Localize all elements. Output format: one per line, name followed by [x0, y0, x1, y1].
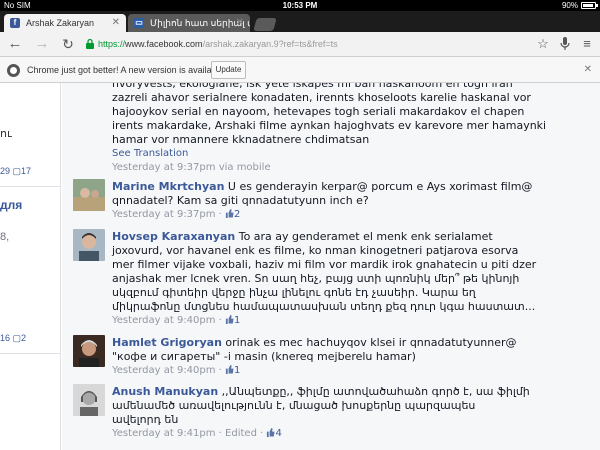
- comment-like-count[interactable]: 1: [225, 365, 240, 376]
- thumbs-up-icon: [225, 365, 234, 374]
- comment-author[interactable]: Anush Manukyan: [112, 385, 218, 398]
- edited-label[interactable]: Edited: [225, 428, 257, 439]
- comment-meta: Yesterday at 9:37pm · 2: [112, 209, 241, 220]
- comment-line: ավելորդ են: [112, 413, 179, 426]
- close-tab-icon[interactable]: ✕: [112, 14, 120, 32]
- back-arrow-icon[interactable]: ←: [6, 35, 24, 53]
- chrome-icon: [7, 64, 20, 77]
- comment-line: hajooykov serial en nayoom, hetevapes to…: [112, 105, 525, 118]
- comment-line: orinak es mec hachuyqov klsei ir qnnadat…: [225, 336, 517, 349]
- comment-line: joxovurd, vor havanel enk es filme, ko n…: [112, 244, 519, 257]
- left-stats[interactable]: 29 ▢17: [0, 166, 31, 177]
- via-mobile-label: via mobile: [218, 162, 271, 173]
- comment-line: "кофе и сигареты" -i masin (knereq mejbe…: [112, 350, 416, 363]
- tab-arshak-zakaryan[interactable]: f Arshak Zakaryan ✕: [4, 14, 126, 32]
- comment-list: hvoryvests, ekologiane, isk yete iskapes…: [62, 83, 600, 450]
- battery-icon: [581, 2, 598, 9]
- comment-body: Anush Manukyan ,,Անպետքը,, ֆիլմը ատովածա…: [112, 385, 584, 441]
- battery-percent: 90%: [561, 1, 578, 10]
- forward-arrow-icon[interactable]: →: [33, 35, 51, 53]
- comment-timestamp[interactable]: Yesterday at 9:40pm: [112, 315, 216, 326]
- avatar[interactable]: [73, 179, 105, 211]
- left-post-title-fragment[interactable]: для: [0, 198, 22, 212]
- address-bar[interactable]: https://www.facebook.com/arshak.zakaryan…: [84, 35, 582, 54]
- comment-timestamp[interactable]: Yesterday at 9:37pm: [112, 209, 216, 220]
- browser-toolbar: ← → ↻ https://www.facebook.com/arshak.za…: [0, 32, 600, 57]
- comment-body: hvoryvests, ekologiane, isk yete iskapes…: [112, 83, 584, 175]
- left-column-fragment: ու 29 ▢17 для 8, 16 ▢2: [0, 83, 61, 450]
- comment-meta: Yesterday at 9:41pm · Edited · 4: [112, 428, 282, 439]
- comment-meta: Yesterday at 9:37pm via mobile: [112, 161, 584, 175]
- reload-icon[interactable]: ↻: [59, 35, 77, 53]
- comment-line: U es genderayin kerpar@ porcum e Ays xor…: [227, 180, 533, 193]
- divider: [0, 186, 60, 187]
- clock: 10:53 PM: [282, 1, 318, 10]
- tab-strip: f Arshak Zakaryan ✕ ▭ Միլիոն հատ սերիալ …: [0, 11, 600, 32]
- comment-body: Marine Mkrtchyan U es genderayin kerpar@…: [112, 180, 584, 222]
- comment-line: mer filmer vijake voxbali, haziv mi film…: [112, 258, 537, 271]
- tab-serial[interactable]: ▭ Միլիոն հատ սերիալ ա ✕: [128, 14, 250, 32]
- comment-like-count[interactable]: 4: [266, 428, 282, 439]
- comment-meta: Yesterday at 9:40pm · 1: [112, 365, 241, 376]
- close-infobar-icon[interactable]: ✕: [584, 57, 592, 83]
- lock-icon: [86, 38, 94, 49]
- comment-icon: ▢: [12, 166, 22, 176]
- comment-line: To ara ay genderamet el menk enk seriala…: [238, 230, 493, 243]
- comment-count: 17: [21, 166, 32, 176]
- status-bar: No SIM 10:53 PM 90%: [0, 0, 600, 11]
- facebook-icon: f: [10, 18, 20, 28]
- url-text: https://www.facebook.com/arshak.zakaryan…: [98, 39, 338, 49]
- comment-timestamp[interactable]: Yesterday at 9:41pm: [112, 428, 216, 439]
- comment-line: irents makardake, Arshaki filme aynkan h…: [112, 119, 547, 132]
- comment-like-count[interactable]: 1: [225, 315, 240, 326]
- comment-timestamp[interactable]: Yesterday at 9:40pm: [112, 365, 216, 376]
- comment-author[interactable]: Marine Mkrtchyan: [112, 180, 224, 193]
- thumbs-up-icon: [225, 209, 234, 218]
- comment-body: Hamlet Grigoryan orinak es mec hachuyqov…: [112, 336, 584, 378]
- close-tab-icon[interactable]: ✕: [236, 14, 244, 32]
- divider: [0, 353, 60, 354]
- menu-icon[interactable]: ≡: [579, 36, 595, 52]
- left-stats[interactable]: 16 ▢2: [0, 333, 26, 344]
- comment-line: hamar vor nmannere kknadatnere chdimatsa…: [112, 133, 370, 146]
- update-button[interactable]: Update: [211, 61, 246, 79]
- comment-line: սկզբում գիտեիր վերջը ինչա լինելու գոնե է…: [112, 286, 476, 299]
- comment-line: միկրաֆոնը մտցնես համապատասխան տեղդ քեզ դ…: [112, 300, 536, 313]
- microphone-icon[interactable]: [557, 36, 573, 52]
- like-count: 29: [0, 166, 11, 176]
- new-tab-button[interactable]: [253, 18, 277, 31]
- facebook-page: ու 29 ▢17 для 8, 16 ▢2 hvoryvests, ekolo…: [0, 83, 600, 450]
- comment-line: ,,Անպետքը,, ֆիլմը ատովածահաձո գործ է, սա…: [221, 385, 530, 398]
- star-icon[interactable]: ☆: [535, 36, 551, 52]
- comment-icon: ▢: [12, 333, 22, 343]
- comment-like-count[interactable]: 2: [225, 209, 240, 220]
- comment-body: Hovsep Karaxanyan To ara ay genderamet e…: [112, 230, 584, 328]
- left-text-fragment: ու: [0, 128, 12, 140]
- comment-timestamp[interactable]: Yesterday at 9:37pm: [112, 162, 216, 173]
- tab-title: Arshak Zakaryan: [26, 18, 95, 28]
- page-icon: ▭: [134, 18, 144, 28]
- comment-line: anjashak mer lcnek vren. Sn սաղ հեչ, բայ…: [112, 272, 520, 285]
- see-translation-link[interactable]: See Translation: [112, 147, 584, 161]
- comment-line: qnnadatel? Kam sa giti qnnadatutyunn inc…: [112, 194, 369, 207]
- update-infobar: Chrome just got better! A new version is…: [0, 57, 600, 83]
- comment-meta: Yesterday at 9:40pm · 1: [112, 315, 241, 326]
- comment-line: hvoryvests, ekologiane, isk yete iskapes…: [112, 83, 513, 90]
- comment-count: 2: [21, 333, 27, 343]
- avatar[interactable]: [73, 229, 105, 261]
- avatar[interactable]: [73, 335, 105, 367]
- like-count: 16: [0, 333, 11, 343]
- comment-author[interactable]: Hovsep Karaxanyan: [112, 230, 235, 243]
- comment-author[interactable]: Hamlet Grigoryan: [112, 336, 222, 349]
- left-text-fragment: 8,: [0, 231, 10, 243]
- avatar[interactable]: [73, 384, 105, 416]
- thumbs-up-icon: [225, 315, 234, 324]
- comment-line: ամենամեծ առավելությունն է, մնացած խոսքեր…: [112, 399, 476, 412]
- infobar-message: Chrome just got better! A new version is…: [27, 65, 227, 75]
- comment-line: zazreli ahavor serialnere konadaten, ire…: [112, 91, 531, 104]
